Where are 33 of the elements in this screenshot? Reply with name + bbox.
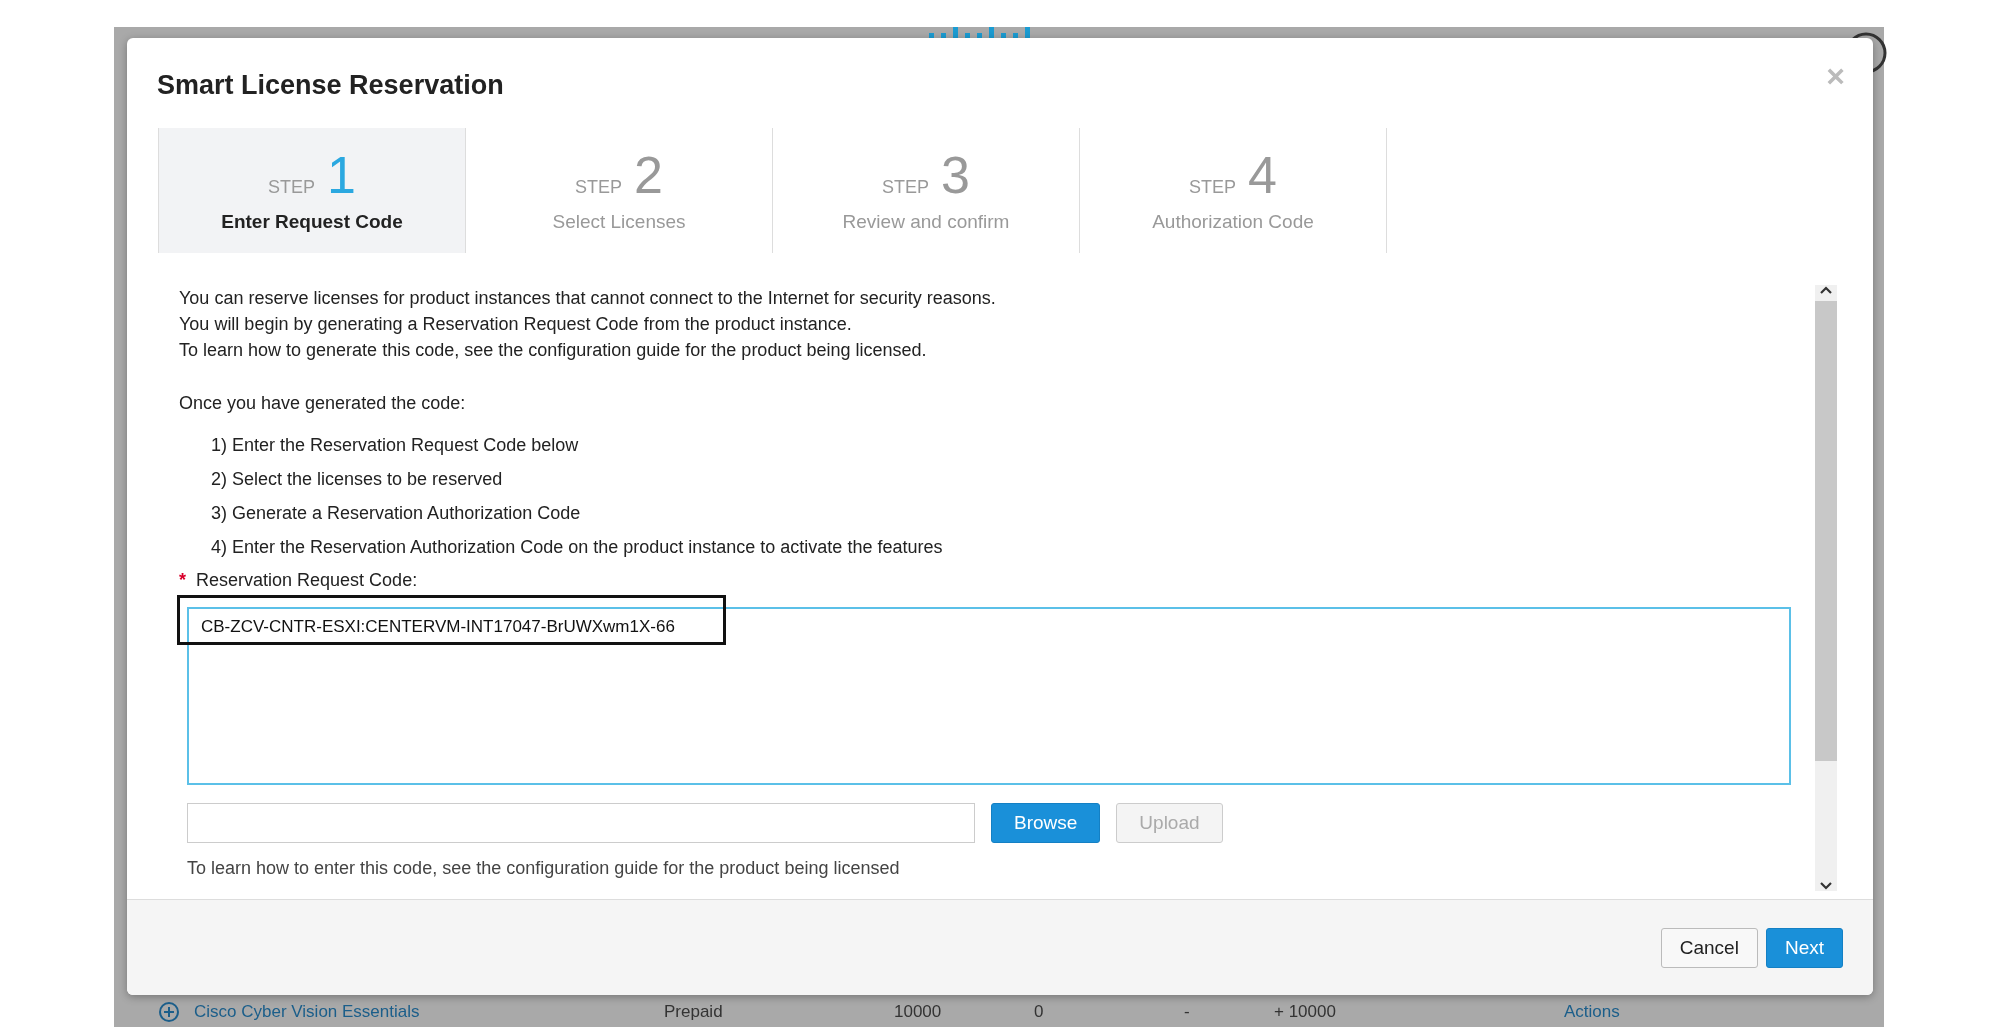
instruction-step: 2) Select the licenses to be reserved (211, 462, 1801, 496)
table-cell: Prepaid (664, 1002, 723, 1022)
step-tab[interactable]: STEP 3 Review and confirm (772, 128, 1079, 253)
scroll-up-icon[interactable] (1819, 285, 1833, 295)
intro-text: You can reserve licenses for product instances that cannot connect to the Internet for security reasons. (179, 287, 997, 310)
instruction-step: 3) Generate a Reservation Authorization Code (211, 496, 1801, 530)
table-cell: 0 (1034, 1002, 1044, 1022)
step-tab[interactable]: STEP 4 Authorization Code (1079, 128, 1387, 253)
scroll-down-icon[interactable] (1819, 881, 1833, 891)
file-button[interactable]: Browse (991, 803, 1101, 843)
table-cell[interactable]: Cisco Cyber Vision Essentials (194, 1002, 420, 1022)
table-cell[interactable]: Actions (1564, 1002, 1620, 1022)
instruction-step: 4) Enter the Reservation Authorization Code on the product instance to activate the features (211, 530, 1801, 564)
intro-text: To learn how to generate this code, see the configuration guide for the product being licensed. (179, 339, 928, 362)
intro-text: You will begin by generating a Reservation Request Code from the product instance. (179, 313, 853, 336)
hint-text: To learn how to enter this code, see the configuration guide for the product being licensed (187, 857, 901, 880)
table-cell: - (1184, 1002, 1190, 1022)
step-tab[interactable]: STEP 2 Select Licenses (465, 128, 772, 253)
request-code-field[interactable]: CB-ZCV-CNTR-ESXI:CENTERVM-INT17047-BrUWXwm1X-66 (187, 607, 1791, 785)
footer-button[interactable]: Cancel (1660, 927, 1758, 968)
close-button[interactable]: × (1826, 60, 1845, 92)
footer-button[interactable]: Next (1765, 927, 1843, 968)
instruction-step: 1) Enter the Reservation Request Code below (211, 428, 1801, 462)
instruction-heading: Once you have generated the code: (179, 392, 467, 415)
field-label: Reservation Request Code: (196, 570, 418, 591)
step-tab[interactable]: STEP 1 Enter Request Code (158, 128, 465, 253)
table-cell: + 10000 (1274, 1002, 1336, 1022)
file-path-field[interactable] (187, 803, 975, 843)
expand-icon[interactable] (158, 1001, 180, 1023)
required-mark: * (179, 570, 186, 591)
table-cell: 10000 (894, 1002, 942, 1022)
dialog-title: Smart License Reservation (157, 70, 504, 101)
scrollbar[interactable] (1815, 285, 1837, 891)
